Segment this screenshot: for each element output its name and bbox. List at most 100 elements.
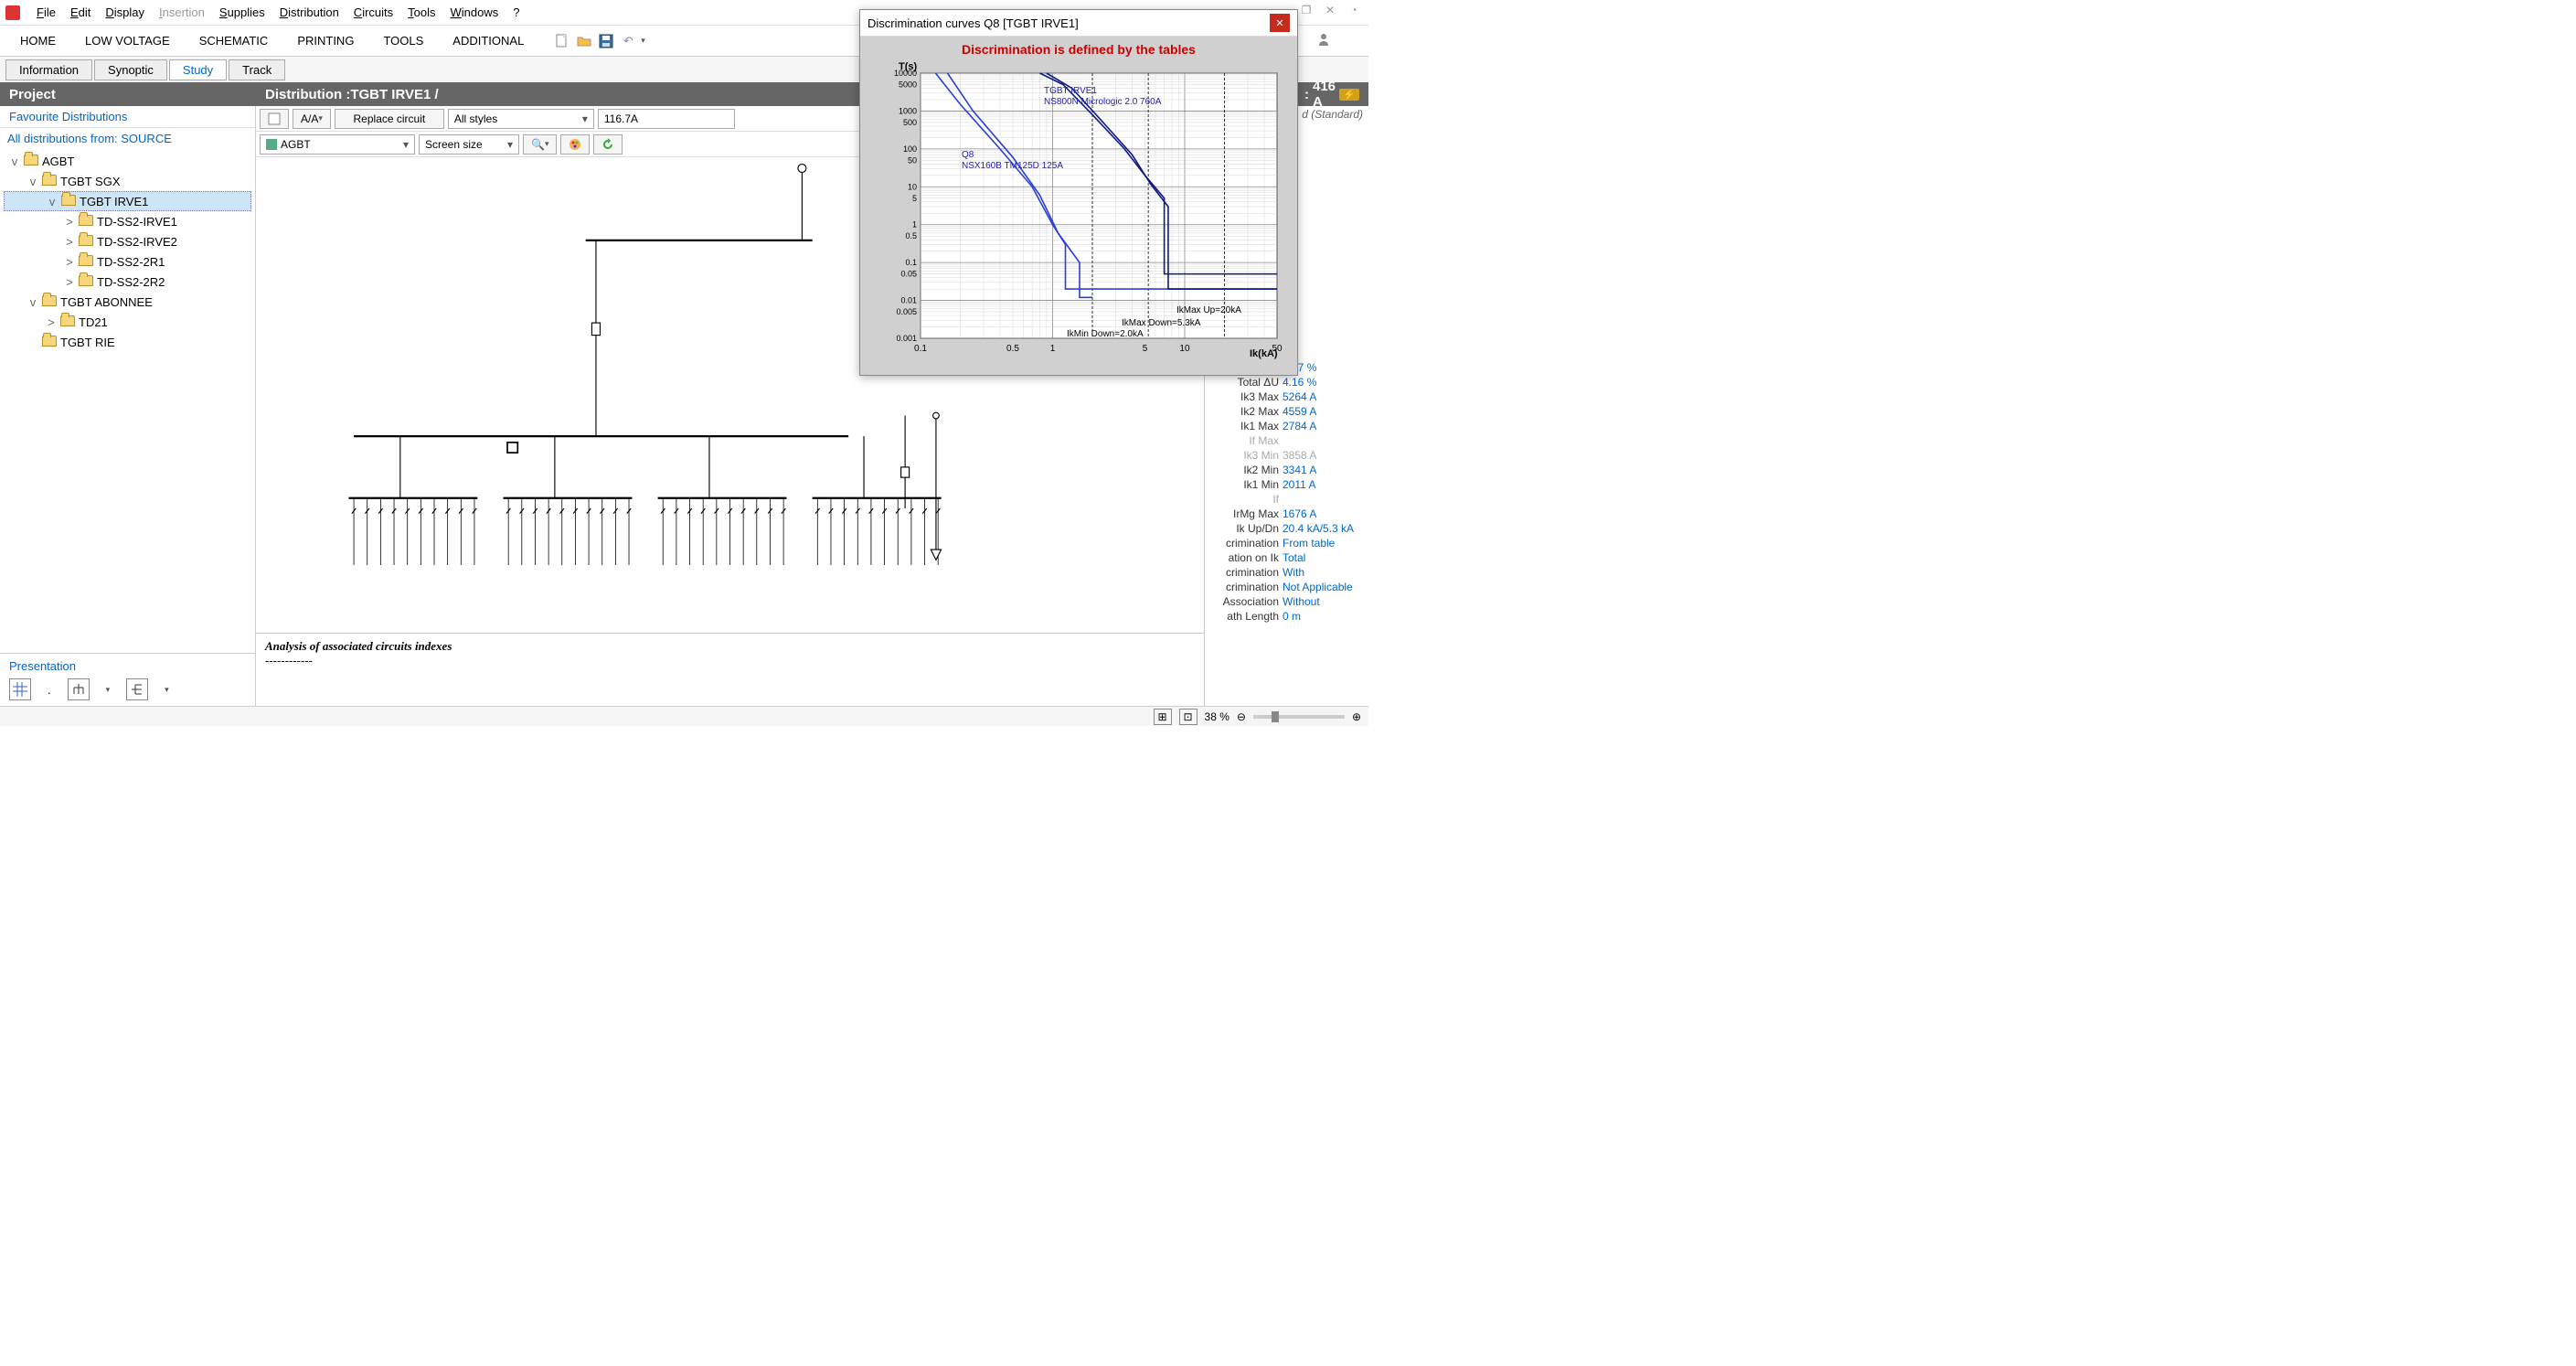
presentation-grid-icon[interactable] <box>9 678 31 700</box>
window-restore[interactable]: ❐ <box>1295 2 1317 18</box>
folder-icon <box>42 336 57 348</box>
prop-label: Ik Up/Dn <box>1208 522 1279 535</box>
prop-row: If <box>1205 492 1368 507</box>
scale-dropdown[interactable]: Screen size <box>419 134 519 155</box>
tree-item-td-ss2-irve2[interactable]: >TD-SS2-IRVE2 <box>4 231 251 251</box>
ribbon-tab-additional[interactable]: ADDITIONAL <box>438 28 538 53</box>
tree-toggle-icon[interactable]: v <box>27 175 38 188</box>
window-close[interactable]: ✕ <box>1319 2 1341 18</box>
amp-badge-icon: ⚡ <box>1339 89 1359 101</box>
tree-toggle-icon[interactable]: > <box>64 235 75 249</box>
prop-value: Without <box>1283 595 1365 608</box>
menu-circuits[interactable]: Circuits <box>346 4 400 21</box>
menu-edit[interactable]: Edit <box>63 4 98 21</box>
tree-toggle-icon[interactable]: v <box>47 195 58 208</box>
tree-item-agbt[interactable]: vAGBT <box>4 151 251 171</box>
tree-toggle-icon[interactable]: > <box>64 255 75 269</box>
ribbon-tab-printing[interactable]: PRINTING <box>282 28 368 53</box>
refresh-icon[interactable] <box>593 134 623 155</box>
all-distributions-label[interactable]: All distributions from: SOURCE <box>0 128 255 149</box>
presentation-htree-icon[interactable] <box>126 678 148 700</box>
tree-item-tgbt-irve1[interactable]: vTGBT IRVE1 <box>4 191 251 211</box>
current-input[interactable] <box>598 109 735 129</box>
tree-toggle-icon[interactable]: > <box>64 275 75 289</box>
prop-row: Ik2 Min3341 A <box>1205 463 1368 477</box>
tree-toggle-icon[interactable]: > <box>64 215 75 229</box>
sheet-icon[interactable] <box>260 109 289 129</box>
subtab-information[interactable]: Information <box>5 59 92 80</box>
menu-file[interactable]: File <box>29 4 63 21</box>
tree-item-td-ss2-irve1[interactable]: >TD-SS2-IRVE1 <box>4 211 251 231</box>
save-icon[interactable] <box>597 32 615 50</box>
prop-row: Ik2 Max4559 A <box>1205 404 1368 419</box>
prop-label: IrMg Max <box>1208 507 1279 520</box>
menu-?[interactable]: ? <box>506 4 527 21</box>
dist-dropdown[interactable]: AGBT <box>260 134 415 155</box>
tree-toggle-icon[interactable]: > <box>46 315 57 329</box>
ribbon-tab-home[interactable]: HOME <box>5 28 70 53</box>
analysis-dashes: ------------ <box>265 654 1195 667</box>
htree-dropdown-icon[interactable]: ▾ <box>165 685 169 695</box>
styles-dropdown[interactable]: All styles <box>448 109 594 129</box>
menu-distribution[interactable]: Distribution <box>272 4 346 21</box>
ribbon-tab-schematic[interactable]: SCHEMATIC <box>185 28 283 53</box>
prop-row: IrMg Max 1676 A <box>1205 507 1368 521</box>
fit-width-icon[interactable]: ⊞ <box>1154 709 1172 725</box>
popup-titlebar[interactable]: Discrimination curves Q8 [TGBT IRVE1] ✕ <box>860 10 1297 37</box>
chart-area: T(s) Ik(kA) 10000500010005001005010510.5… <box>866 59 1292 369</box>
palette-icon[interactable] <box>560 134 590 155</box>
tree-label: TD-SS2-2R1 <box>97 255 165 269</box>
tree-item-td-ss2-2r1[interactable]: > TD-SS2-2R1 <box>4 251 251 272</box>
menu-display[interactable]: Display <box>98 4 152 21</box>
tree-item-td-ss2-2r2[interactable]: >TD-SS2-2R2 <box>4 272 251 292</box>
svg-text:5: 5 <box>912 194 917 203</box>
prop-value: 4.16 % <box>1283 376 1365 389</box>
subtab-study[interactable]: Study <box>169 59 227 80</box>
aa-dropdown[interactable]: A/A ▾ <box>293 109 331 129</box>
undo-dropdown-icon[interactable]: ▾ <box>641 36 645 46</box>
zoom-out-icon[interactable]: ⊖ <box>1237 710 1246 723</box>
undo-icon[interactable]: ↶ <box>619 32 637 50</box>
svg-text:IkMax Down=5.3kA: IkMax Down=5.3kA <box>1122 318 1201 328</box>
ribbon-tab-tools[interactable]: TOOLS <box>368 28 438 53</box>
subtab-track[interactable]: Track <box>229 59 285 80</box>
vtree-dropdown-icon[interactable]: ▾ <box>106 685 111 695</box>
zoom-slider[interactable] <box>1253 715 1345 719</box>
zoom-in-icon[interactable]: ⊕ <box>1352 710 1361 723</box>
prop-value: 1676 A <box>1283 507 1365 520</box>
tree-item-tgbt-rie[interactable]: TGBT RIE <box>4 332 251 352</box>
presentation-dot: . <box>48 683 51 697</box>
prop-value: From table <box>1283 537 1365 550</box>
zoom-tool-icon[interactable]: 🔍 ▾ <box>523 134 557 155</box>
window-help[interactable]: ◔ <box>1343 2 1365 18</box>
favourite-distributions-label[interactable]: Favourite Distributions <box>0 106 255 128</box>
menu-supplies[interactable]: Supplies <box>212 4 272 21</box>
subtab-synoptic[interactable]: Synoptic <box>94 59 167 80</box>
folder-icon <box>61 195 76 208</box>
svg-text:TGBT IRVE1: TGBT IRVE1 <box>1044 86 1097 96</box>
prop-label: crimination <box>1208 566 1279 579</box>
prop-value: 4559 A <box>1283 405 1365 418</box>
ribbon-tab-low-voltage[interactable]: LOW VOLTAGE <box>70 28 185 53</box>
tree-toggle-icon[interactable]: v <box>9 155 20 168</box>
presentation-vtree-icon[interactable] <box>68 678 90 700</box>
svg-text:0.001: 0.001 <box>896 334 917 343</box>
menu-windows[interactable]: Windows <box>443 4 506 21</box>
fit-page-icon[interactable]: ⊡ <box>1179 709 1198 725</box>
popup-close-button[interactable]: ✕ <box>1270 14 1290 32</box>
prop-row: ation on IkTotal <box>1205 550 1368 565</box>
prop-label: crimination <box>1208 581 1279 593</box>
open-file-icon[interactable] <box>575 32 593 50</box>
user-icon[interactable] <box>1317 32 1336 49</box>
prop-label: Ik3 Min <box>1208 449 1279 462</box>
menu-tools[interactable]: Tools <box>400 4 442 21</box>
svg-text:Q8: Q8 <box>962 150 974 160</box>
tree-item-tgbt-sgx[interactable]: vTGBT SGX <box>4 171 251 191</box>
tree-toggle-icon[interactable]: v <box>27 295 38 309</box>
tree-item-tgbt-abonnee[interactable]: vTGBT ABONNEE <box>4 292 251 312</box>
new-file-icon[interactable] <box>553 32 571 50</box>
tree-item-td21[interactable]: >TD21 <box>4 312 251 332</box>
svg-text:0.05: 0.05 <box>900 270 917 279</box>
replace-circuit-button[interactable]: Replace circuit <box>335 109 444 129</box>
svg-text:5000: 5000 <box>899 80 917 89</box>
